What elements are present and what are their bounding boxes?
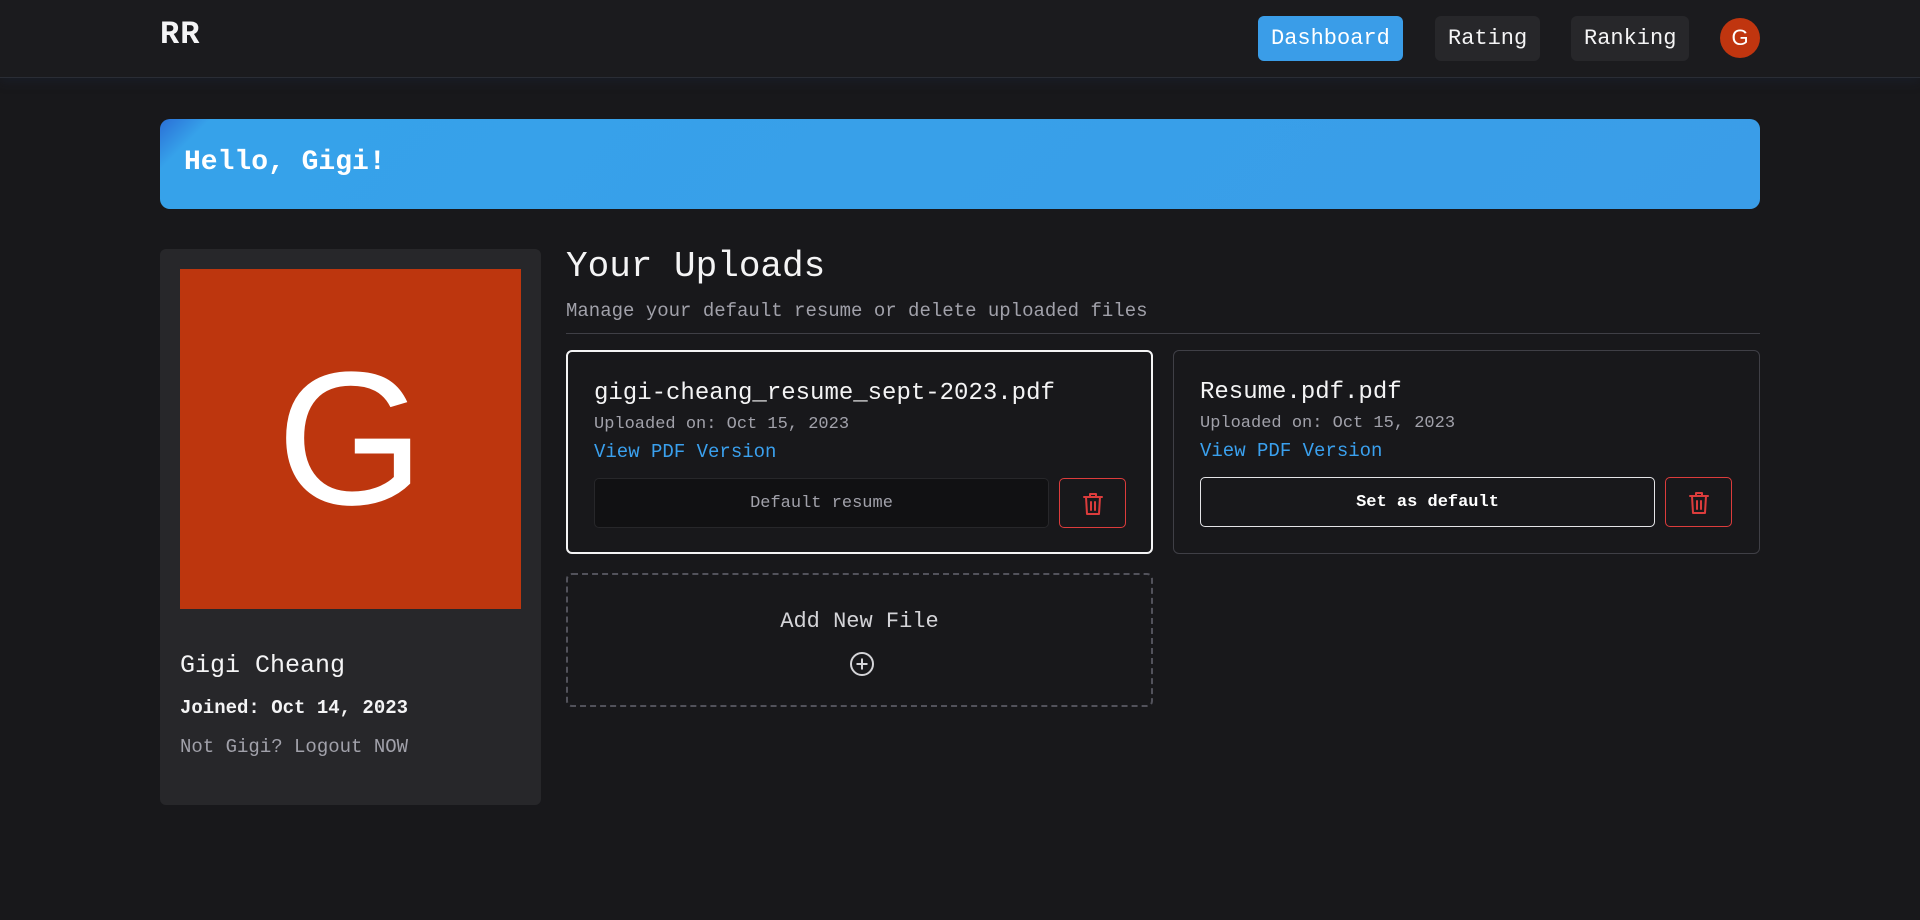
greeting-text: Hello, Gigi! bbox=[184, 147, 386, 178]
user-avatar[interactable]: G bbox=[1720, 18, 1760, 58]
profile-name: Gigi Cheang bbox=[180, 651, 346, 680]
add-new-file-label: Add New File bbox=[780, 609, 939, 634]
uploads-subtitle: Manage your default resume or delete upl… bbox=[566, 300, 1148, 322]
profile-card: G Gigi Cheang Joined: Oct 14, 2023 Not G… bbox=[160, 249, 541, 805]
nav-ranking-button[interactable]: Ranking bbox=[1571, 16, 1690, 61]
trash-icon bbox=[1689, 492, 1709, 514]
top-navbar: RR Dashboard Rating Ranking G bbox=[0, 0, 1920, 78]
nav-rating-button[interactable]: Rating bbox=[1435, 16, 1541, 61]
brand-logo[interactable]: RR bbox=[160, 16, 200, 53]
delete-file-button[interactable] bbox=[1665, 477, 1732, 527]
nav-dashboard-button[interactable]: Dashboard bbox=[1258, 16, 1403, 61]
trash-icon bbox=[1083, 493, 1103, 515]
file-upload-date: Uploaded on: Oct 15, 2023 bbox=[594, 415, 850, 434]
file-upload-date: Uploaded on: Oct 15, 2023 bbox=[1200, 414, 1456, 433]
view-pdf-link[interactable]: View PDF Version bbox=[1200, 440, 1382, 462]
uploads-divider bbox=[566, 333, 1760, 334]
file-card: Resume.pdf.pdf Uploaded on: Oct 15, 2023… bbox=[1173, 350, 1760, 554]
file-card-default: gigi-cheang_resume_sept-2023.pdf Uploade… bbox=[566, 350, 1153, 554]
file-name: gigi-cheang_resume_sept-2023.pdf bbox=[594, 380, 1055, 407]
default-resume-button[interactable]: Default resume bbox=[594, 478, 1049, 528]
uploads-title: Your Uploads bbox=[566, 246, 826, 287]
greeting-banner: Hello, Gigi! bbox=[160, 119, 1760, 209]
add-new-file-button[interactable]: Add New File bbox=[566, 573, 1153, 707]
delete-file-button[interactable] bbox=[1059, 478, 1126, 528]
logout-link[interactable]: Not Gigi? Logout NOW bbox=[180, 736, 408, 758]
set-default-button[interactable]: Set as default bbox=[1200, 477, 1655, 527]
view-pdf-link[interactable]: View PDF Version bbox=[594, 441, 776, 463]
profile-joined-date: Joined: Oct 14, 2023 bbox=[180, 697, 409, 719]
plus-circle-icon bbox=[850, 652, 874, 676]
file-name: Resume.pdf.pdf bbox=[1200, 379, 1402, 406]
profile-avatar: G bbox=[180, 269, 521, 609]
